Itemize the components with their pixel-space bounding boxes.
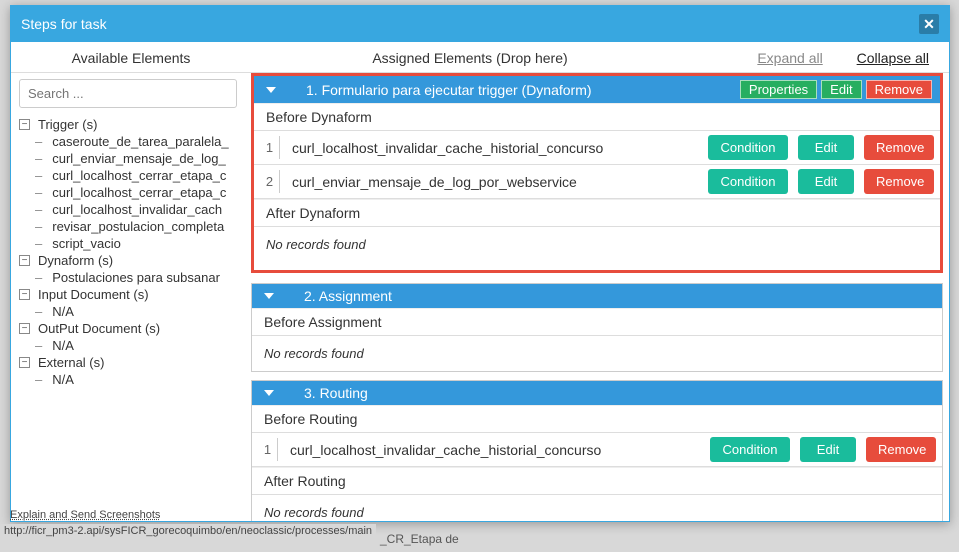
no-records: No records found xyxy=(252,495,942,521)
row-index: 1 xyxy=(258,438,278,461)
section-title: 2. Assignment xyxy=(304,288,934,304)
collapse-icon[interactable]: − xyxy=(19,323,30,334)
condition-button[interactable]: Condition xyxy=(708,169,788,194)
section-formulario-header: 1. Formulario para ejecutar trigger (Dyn… xyxy=(254,76,940,103)
section-title: 1. Formulario para ejecutar trigger (Dyn… xyxy=(306,82,736,98)
steps-dialog: Steps for task ✕ Available Elements Assi… xyxy=(10,5,950,522)
tabs-row: Available Elements Assigned Elements (Dr… xyxy=(11,42,949,73)
status-url: http://ficr_pm3-2.api/sysFICR_gorecoquim… xyxy=(0,524,376,538)
before-routing-label: Before Routing xyxy=(252,405,942,433)
explain-screenshots-link[interactable]: Explain and Send Screenshots xyxy=(10,509,160,521)
tree-trigger: − Trigger (s) caseroute_de_tarea_paralel… xyxy=(19,116,247,252)
tree-item[interactable]: curl_localhost_cerrar_etapa_c xyxy=(49,167,247,184)
collapse-icon[interactable]: − xyxy=(19,357,30,368)
trigger-name: curl_localhost_invalidar_cache_historial… xyxy=(292,140,698,156)
row-index: 2 xyxy=(260,170,280,193)
tree-item: N/A xyxy=(49,337,247,354)
tree-item[interactable]: curl_localhost_cerrar_etapa_c xyxy=(49,184,247,201)
tree-item[interactable]: script_vacio xyxy=(49,235,247,252)
expand-all-link[interactable]: Expand all xyxy=(757,50,822,66)
assigned-elements-panel: 1. Formulario para ejecutar trigger (Dyn… xyxy=(251,73,949,521)
tree-outputdoc-header[interactable]: − OutPut Document (s) xyxy=(19,320,247,337)
tree-external: − External (s) N/A xyxy=(19,354,247,388)
trigger-row: 2 curl_enviar_mensaje_de_log_por_webserv… xyxy=(254,165,940,199)
tree-outputdoc: − OutPut Document (s) N/A xyxy=(19,320,247,354)
chevron-down-icon[interactable] xyxy=(264,390,274,396)
edit-button[interactable]: Edit xyxy=(800,437,856,462)
section-title: 3. Routing xyxy=(304,385,934,401)
tab-assigned-elements[interactable]: Assigned Elements (Drop here) xyxy=(251,50,689,66)
section-routing: 3. Routing Before Routing 1 curl_localho… xyxy=(251,380,943,521)
remove-button[interactable]: Remove xyxy=(864,135,934,160)
after-dynaform-label: After Dynaform xyxy=(254,199,940,227)
collapse-icon[interactable]: − xyxy=(19,119,30,130)
section-routing-header: 3. Routing xyxy=(252,381,942,405)
tab-available-elements[interactable]: Available Elements xyxy=(11,50,251,66)
remove-button[interactable]: Remove xyxy=(864,169,934,194)
tree-trigger-header[interactable]: − Trigger (s) xyxy=(19,116,247,133)
collapse-icon[interactable]: − xyxy=(19,289,30,300)
tree-item[interactable]: caseroute_de_tarea_paralela_ xyxy=(49,133,247,150)
expand-collapse-links: Expand all Collapse all xyxy=(689,50,949,66)
remove-button[interactable]: Remove xyxy=(866,437,936,462)
tree-item: N/A xyxy=(49,303,247,320)
chevron-down-icon[interactable] xyxy=(264,293,274,299)
trigger-row: 1 curl_localhost_invalidar_cache_histori… xyxy=(252,433,942,467)
tree-dynaform-label: Dynaform (s) xyxy=(38,252,113,269)
section-assignment-header: 2. Assignment xyxy=(252,284,942,308)
section-assignment: 2. Assignment Before Assignment No recor… xyxy=(251,283,943,372)
available-elements-panel: − Trigger (s) caseroute_de_tarea_paralel… xyxy=(11,73,251,521)
dialog-body: − Trigger (s) caseroute_de_tarea_paralel… xyxy=(11,73,949,521)
properties-button[interactable]: Properties xyxy=(740,80,817,99)
edit-button[interactable]: Edit xyxy=(798,169,854,194)
tree-trigger-label: Trigger (s) xyxy=(38,116,97,133)
after-routing-label: After Routing xyxy=(252,467,942,495)
trigger-name: curl_enviar_mensaje_de_log_por_webservic… xyxy=(292,174,698,190)
section-formulario: 1. Formulario para ejecutar trigger (Dyn… xyxy=(254,76,940,262)
collapse-icon[interactable]: − xyxy=(19,255,30,266)
tree-dynaform-header[interactable]: − Dynaform (s) xyxy=(19,252,247,269)
before-dynaform-label: Before Dynaform xyxy=(254,103,940,131)
tree-dynaform: − Dynaform (s) Postulaciones para subsan… xyxy=(19,252,247,286)
tree-inputdoc: − Input Document (s) N/A xyxy=(19,286,247,320)
tree-external-header[interactable]: − External (s) xyxy=(19,354,247,371)
tree-item[interactable]: revisar_postulacion_completa xyxy=(49,218,247,235)
remove-button[interactable]: Remove xyxy=(866,80,932,99)
dialog-title: Steps for task xyxy=(21,16,107,32)
condition-button[interactable]: Condition xyxy=(710,437,790,462)
edit-button[interactable]: Edit xyxy=(798,135,854,160)
collapse-all-link[interactable]: Collapse all xyxy=(857,50,929,66)
close-icon[interactable]: ✕ xyxy=(919,14,939,34)
row-index: 1 xyxy=(260,136,280,159)
tree-item[interactable]: Postulaciones para subsanar xyxy=(49,269,247,286)
edit-button[interactable]: Edit xyxy=(821,80,861,99)
tree-inputdoc-label: Input Document (s) xyxy=(38,286,149,303)
tree-outputdoc-label: OutPut Document (s) xyxy=(38,320,160,337)
tree-inputdoc-header[interactable]: − Input Document (s) xyxy=(19,286,247,303)
tree-item: N/A xyxy=(49,371,247,388)
before-assignment-label: Before Assignment xyxy=(252,308,942,336)
condition-button[interactable]: Condition xyxy=(708,135,788,160)
bg-fragment: _CR_Etapa de xyxy=(380,532,459,546)
no-records: No records found xyxy=(254,227,940,262)
trigger-name: curl_localhost_invalidar_cache_historial… xyxy=(290,442,700,458)
no-records: No records found xyxy=(252,336,942,371)
highlighted-section: 1. Formulario para ejecutar trigger (Dyn… xyxy=(251,73,943,273)
search-input[interactable] xyxy=(19,79,237,108)
tree-item[interactable]: curl_localhost_invalidar_cach xyxy=(49,201,247,218)
chevron-down-icon[interactable] xyxy=(266,87,276,93)
dialog-header: Steps for task ✕ xyxy=(11,6,949,42)
tree-item[interactable]: curl_enviar_mensaje_de_log_ xyxy=(49,150,247,167)
trigger-row: 1 curl_localhost_invalidar_cache_histori… xyxy=(254,131,940,165)
tree-external-label: External (s) xyxy=(38,354,104,371)
